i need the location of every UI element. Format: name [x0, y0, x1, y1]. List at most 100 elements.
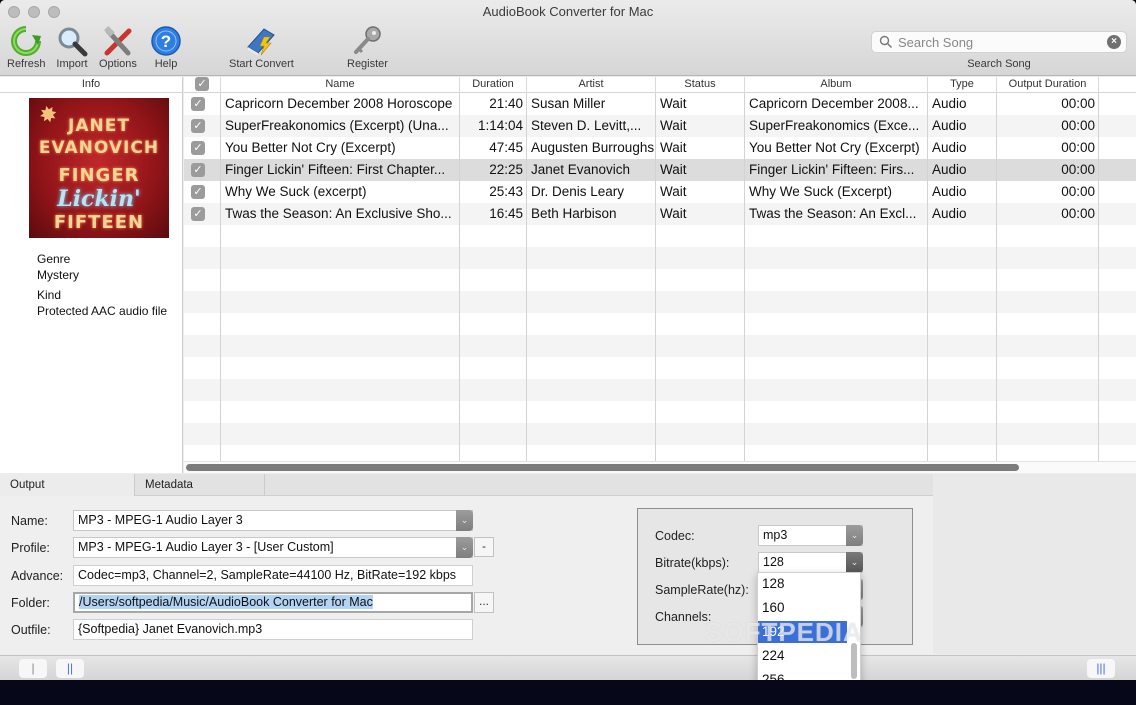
dropdown-scrollbar[interactable]: [851, 643, 857, 679]
book-lightning-icon: [244, 24, 278, 58]
bitrate-option[interactable]: 160: [758, 597, 847, 619]
cell-artist: Beth Harbison: [531, 206, 617, 221]
header-select-all[interactable]: ✓: [184, 77, 221, 93]
row-checkbox[interactable]: ✓: [191, 185, 205, 200]
cell-duration: 1:14:04: [477, 118, 523, 133]
table-header: ✓ Name Duration Artist Status Album Type…: [184, 77, 1136, 93]
remove-profile-button[interactable]: -: [474, 537, 494, 557]
row-checkbox[interactable]: ✓: [191, 119, 205, 134]
table-row[interactable]: ✓ Capricorn December 2008 Horoscope 21:40 S…: [184, 93, 1136, 115]
cell-duration: 21:40: [489, 96, 523, 111]
search-icon: [879, 35, 893, 52]
window-title: AudioBook Converter for Mac: [482, 4, 654, 19]
scrollbar-thumb[interactable]: [186, 464, 1019, 471]
row-checkbox[interactable]: ✓: [191, 97, 205, 112]
table-row[interactable]: ✓ SuperFreakonomics (Excerpt) (Una... 1:14…: [184, 115, 1136, 137]
cell-album: Why We Suck (Excerpt): [749, 184, 893, 199]
status-bar: | || |||: [0, 655, 1136, 680]
register-button[interactable]: Register: [347, 24, 388, 70]
cell-type: Audio: [932, 184, 967, 199]
empty-row: [184, 401, 1136, 423]
svg-text:?: ?: [161, 32, 171, 51]
column-divider: [996, 93, 997, 461]
options-button[interactable]: Options: [99, 24, 137, 70]
search-input[interactable]: [898, 34, 1098, 50]
row-checkbox[interactable]: ✓: [191, 163, 205, 178]
cell-type: Audio: [932, 162, 967, 177]
view-columns-button[interactable]: |||: [1087, 659, 1115, 678]
import-button[interactable]: Import: [55, 24, 89, 70]
empty-row: [184, 269, 1136, 291]
table-row[interactable]: ✓ Twas the Season: An Exclusive Sho... 16:…: [184, 203, 1136, 225]
start-convert-button[interactable]: Start Convert: [229, 24, 294, 70]
column-divider: [459, 93, 460, 461]
right-empty-panel: [933, 474, 1136, 654]
tab-output[interactable]: Output: [0, 474, 135, 496]
genre-value: Mystery: [37, 268, 79, 282]
view-double-button[interactable]: ||: [56, 659, 84, 678]
bottom-tabs: Output Metadata: [0, 474, 933, 496]
table-row[interactable]: ✓ Finger Lickin' Fifteen: First Chapter..…: [184, 159, 1136, 181]
tab-metadata[interactable]: Metadata: [135, 474, 265, 496]
column-divider: [526, 93, 527, 461]
bitrate-select[interactable]: 128 ⌄: [758, 552, 863, 573]
name-label: Name:: [11, 514, 48, 528]
bitrate-option[interactable]: 224: [758, 645, 847, 667]
samplerate-label: SampleRate(hz):: [655, 583, 749, 597]
row-checkbox-cell: ✓: [184, 137, 221, 159]
browse-folder-button[interactable]: ...: [474, 592, 494, 613]
outfile-input[interactable]: {Softpedia} Janet Evanovich.mp3: [73, 619, 473, 640]
bitrate-option[interactable]: 192: [758, 621, 847, 643]
key-icon: [350, 24, 384, 58]
clear-search-icon[interactable]: ×: [1107, 35, 1121, 49]
refresh-button[interactable]: Refresh: [7, 24, 46, 70]
row-checkbox[interactable]: ✓: [191, 207, 205, 222]
codec-value: mp3: [763, 528, 788, 542]
column-header-output-duration[interactable]: Output Duration: [997, 77, 1099, 93]
table-row[interactable]: ✓ You Better Not Cry (Excerpt) 47:45 August…: [184, 137, 1136, 159]
row-checkbox-cell: ✓: [184, 115, 221, 137]
row-checkbox[interactable]: ✓: [191, 141, 205, 156]
search-field: ×: [871, 31, 1127, 53]
cell-name: Twas the Season: An Exclusive Sho...: [225, 206, 452, 221]
format-name-select[interactable]: MP3 - MPEG-1 Audio Layer 3 ⌄: [73, 510, 473, 531]
horizontal-scrollbar[interactable]: [184, 461, 1136, 473]
cover-text-author-first: JANET: [68, 116, 130, 136]
help-icon: ?: [149, 24, 183, 58]
cell-output-duration: 00:00: [1061, 162, 1095, 177]
cell-duration: 47:45: [489, 140, 523, 155]
profile-select[interactable]: MP3 - MPEG-1 Audio Layer 3 - [User Custo…: [73, 537, 473, 558]
column-header-name[interactable]: Name: [221, 77, 460, 93]
view-single-button[interactable]: |: [19, 659, 47, 678]
cell-type: Audio: [932, 96, 967, 111]
cell-artist: Dr. Denis Leary: [531, 184, 625, 199]
help-button[interactable]: ? Help: [149, 24, 183, 70]
select-all-checkbox[interactable]: ✓: [195, 77, 209, 92]
bitrate-option[interactable]: 256: [758, 669, 847, 680]
column-header-type[interactable]: Type: [928, 77, 997, 93]
column-header-duration[interactable]: Duration: [460, 77, 527, 93]
table-row[interactable]: ✓ Why We Suck (excerpt) 25:43 Dr. Denis Lea…: [184, 181, 1136, 203]
column-header-album[interactable]: Album: [745, 77, 928, 93]
column-header-status[interactable]: Status: [656, 77, 745, 93]
chevron-down-icon: ⌄: [846, 552, 863, 573]
folder-label: Folder:: [11, 596, 50, 610]
bitrate-option[interactable]: 128: [758, 573, 847, 595]
codec-label: Codec:: [655, 529, 695, 543]
codec-select[interactable]: mp3 ⌄: [758, 525, 863, 546]
bitrate-dropdown-menu: 256 224 192 160 128: [757, 572, 861, 680]
column-header-artist[interactable]: Artist: [527, 77, 656, 93]
empty-row: [184, 357, 1136, 379]
empty-row: [184, 379, 1136, 401]
advance-field[interactable]: Codec=mp3, Channel=2, SampleRate=44100 H…: [73, 565, 473, 586]
empty-row: [184, 445, 1136, 461]
cover-text-title-3: FIFTEEN: [53, 212, 145, 233]
folder-input[interactable]: /Users/softpedia/Music/AudioBook Convert…: [73, 592, 473, 613]
cell-album: Finger Lickin' Fifteen: Firs...: [749, 162, 915, 177]
info-panel: Info ✸ JANET EVANOVICH FINGER Lickin' FI…: [0, 77, 183, 473]
cell-type: Audio: [932, 206, 967, 221]
cover-text-title-2: Lickin': [57, 186, 141, 212]
cell-album: You Better Not Cry (Excerpt): [749, 140, 920, 155]
bitrate-label: Bitrate(kbps):: [655, 556, 730, 570]
tools-icon: [101, 24, 135, 58]
